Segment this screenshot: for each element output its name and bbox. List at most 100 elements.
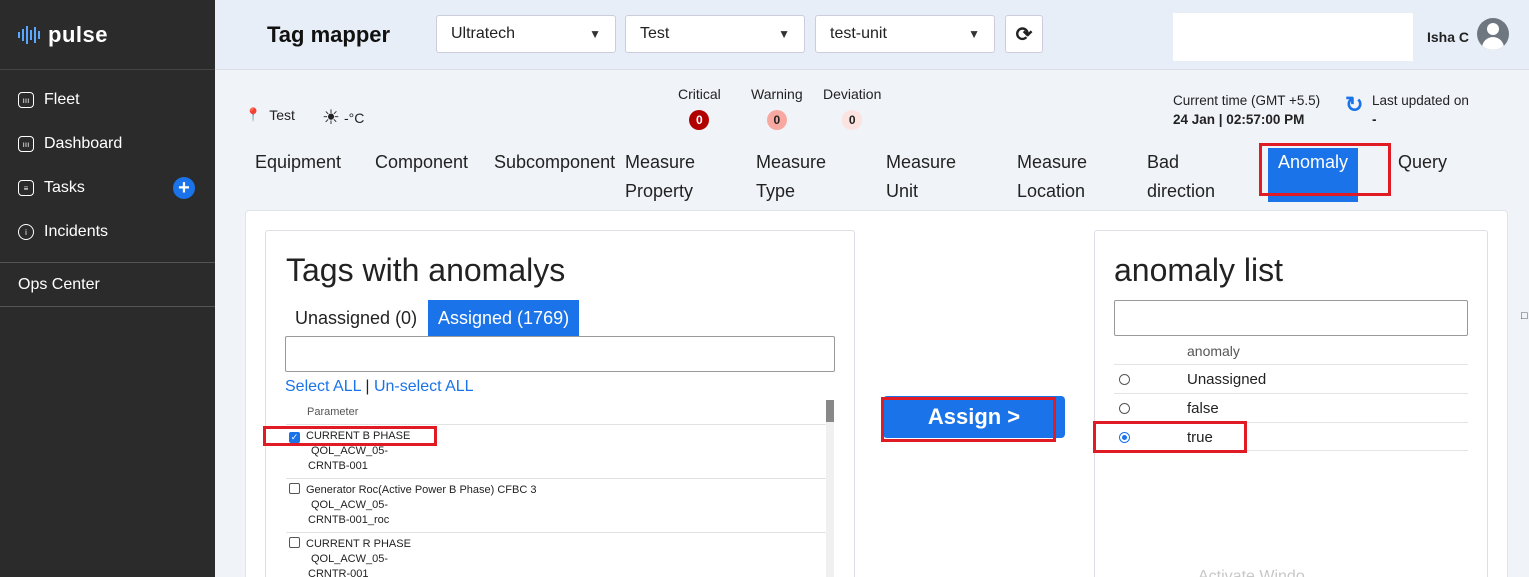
current-time-value: 24 Jan | 02:57:00 PM: [1173, 112, 1305, 127]
app-logo[interactable]: pulse: [0, 0, 215, 70]
alert-critical[interactable]: Critical 0: [678, 86, 721, 130]
dashboard-icon: ııı: [18, 136, 34, 152]
radio-button-selected[interactable]: [1119, 432, 1130, 443]
sidebar-item-tasks[interactable]: ≡ Tasks +: [0, 166, 215, 210]
activate-windows-watermark: Activate Windo: [1198, 568, 1305, 577]
option-label: Unassigned: [1187, 371, 1267, 388]
alert-label: Deviation: [823, 86, 882, 102]
row-checkbox[interactable]: [289, 483, 300, 494]
last-updated: Last updated on -: [1372, 93, 1469, 127]
current-time-label: Current time (GMT +5.5): [1173, 93, 1321, 108]
anomaly-list-title: anomaly list: [1114, 252, 1283, 288]
anomaly-search-input[interactable]: [1114, 300, 1468, 336]
select-all-link[interactable]: Select ALL: [285, 378, 361, 395]
plant-select[interactable]: Test ▼: [625, 15, 805, 53]
tab-measure-unit[interactable]: Measure Unit: [886, 148, 956, 206]
chevron-down-icon: ▼: [968, 27, 980, 41]
sidebar-item-label: Fleet: [44, 91, 80, 108]
refresh-icon: ⟳: [1015, 23, 1033, 46]
info-icon: i: [18, 224, 34, 240]
reload-icon[interactable]: ↻: [1345, 92, 1363, 118]
tasks-icon: ≡: [18, 180, 34, 196]
tab-measure-location[interactable]: Measure Location: [1017, 148, 1087, 206]
weather-indicator: ☀ -°C: [322, 105, 364, 130]
anomaly-option-false[interactable]: false: [1114, 393, 1468, 422]
edge-glyph: □: [1521, 310, 1528, 322]
plant-select-value: Test: [640, 25, 670, 42]
row-tag: QOL_ACW_05-: [311, 445, 389, 457]
tab-anomaly[interactable]: Anomaly: [1268, 148, 1359, 202]
sidebar-item-incidents[interactable]: i Incidents: [0, 210, 215, 254]
sidebar-item-label: Tasks: [44, 179, 85, 196]
selection-links: Select ALL | Un-select ALL: [285, 378, 474, 396]
tab-query[interactable]: Query: [1398, 148, 1447, 177]
location-indicator: 📍 Test: [245, 107, 295, 123]
tab-assigned[interactable]: Assigned (1769): [428, 300, 580, 336]
option-label: false: [1187, 400, 1219, 417]
tags-search-input[interactable]: [285, 336, 835, 372]
row-tag: QOL_ACW_05-: [311, 499, 389, 511]
tab-measure-type[interactable]: Measure Type: [756, 148, 826, 206]
pulse-logo-icon: [18, 24, 40, 46]
anomaly-column-header: anomaly: [1187, 343, 1240, 359]
company-select[interactable]: Ultratech ▼: [436, 15, 616, 53]
refresh-button[interactable]: ⟳: [1005, 15, 1043, 53]
temperature-value: -°C: [343, 109, 365, 126]
table-row[interactable]: Generator Roc(Active Power B Phase) CFBC…: [286, 478, 826, 532]
option-label: true: [1187, 429, 1213, 446]
radio-button[interactable]: [1119, 403, 1130, 414]
alert-deviation[interactable]: Deviation 0: [823, 86, 881, 130]
tab-bad-direction[interactable]: Bad direction: [1147, 148, 1215, 206]
scrollbar-thumb[interactable]: [826, 400, 834, 422]
sidebar: pulse ııı Fleet ııı Dashboard ≡ Tasks + …: [0, 0, 215, 577]
tab-component[interactable]: Component: [375, 148, 468, 177]
tab-unassigned[interactable]: Unassigned (0): [285, 300, 427, 336]
unit-select[interactable]: test-unit ▼: [815, 15, 995, 53]
row-name: CURRENT R PHASE: [306, 538, 411, 550]
table-row[interactable]: ✓ CURRENT B PHASE QOL_ACW_05- CRNTB-001: [286, 424, 826, 478]
alert-label: Warning: [751, 86, 803, 102]
company-select-value: Ultratech: [451, 25, 516, 42]
row-tag: QOL_ACW_05-: [311, 553, 389, 565]
avatar[interactable]: [1477, 18, 1509, 50]
sidebar-item-ops-center[interactable]: Ops Center: [0, 263, 215, 307]
last-updated-label: Last updated on: [1372, 93, 1469, 108]
add-task-button[interactable]: +: [173, 177, 195, 199]
tab-measure-property[interactable]: Measure Property: [625, 148, 695, 206]
app-name: pulse: [48, 21, 108, 47]
parameter-column-header: Parameter: [307, 406, 359, 418]
assign-button[interactable]: Assign >: [883, 396, 1065, 438]
sidebar-item-dashboard[interactable]: ııı Dashboard: [0, 122, 215, 166]
radio-button[interactable]: [1119, 374, 1130, 385]
tab-subcomponent[interactable]: Subcomponent: [494, 148, 615, 177]
tab-equipment[interactable]: Equipment: [255, 148, 341, 177]
row-checkbox[interactable]: [289, 537, 300, 548]
table-row[interactable]: CURRENT R PHASE QOL_ACW_05- CRNTR-001: [286, 532, 826, 577]
fleet-icon: ııı: [18, 92, 34, 108]
chevron-down-icon: ▼: [589, 27, 601, 41]
anomaly-option-unassigned[interactable]: Unassigned: [1114, 364, 1468, 393]
sun-icon: ☀: [322, 107, 340, 129]
sidebar-item-fleet[interactable]: ııı Fleet: [0, 78, 215, 122]
row-tag: CRNTB-001: [308, 460, 368, 472]
list-scrollbar[interactable]: [826, 400, 834, 577]
row-tag: CRNTB-001_roc: [308, 514, 390, 526]
tags-panel-title: Tags with anomalys: [286, 252, 566, 288]
alert-label: Critical: [678, 86, 721, 102]
location-label: Test: [269, 107, 295, 123]
map-pin-icon: 📍: [245, 107, 262, 122]
link-separator: |: [365, 378, 370, 395]
row-checkbox[interactable]: ✓: [289, 432, 300, 443]
alert-warning[interactable]: Warning 0: [751, 86, 803, 130]
deviation-count-badge: 0: [842, 110, 863, 130]
warning-count-badge: 0: [766, 110, 787, 130]
critical-count-badge: 0: [689, 110, 710, 130]
current-time: Current time (GMT +5.5) 24 Jan | 02:57:0…: [1173, 93, 1320, 127]
unit-select-value: test-unit: [830, 25, 887, 42]
page-title: Tag mapper: [267, 22, 391, 47]
user-name[interactable]: Isha C: [1427, 29, 1469, 45]
chevron-down-icon: ▼: [778, 27, 790, 41]
sidebar-item-label: Incidents: [44, 223, 109, 240]
unselect-all-link[interactable]: Un-select ALL: [374, 378, 474, 395]
anomaly-option-true[interactable]: true: [1114, 422, 1468, 451]
